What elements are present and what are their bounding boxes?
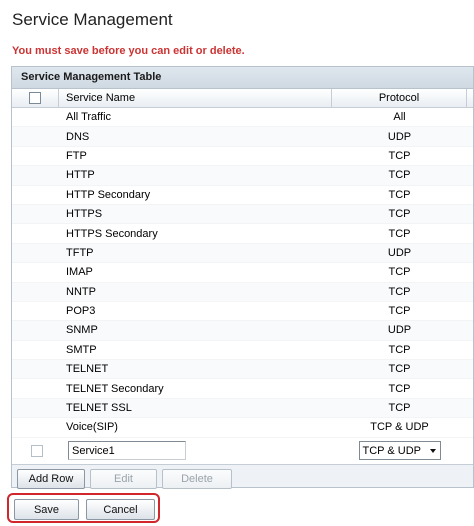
protocol-cell: UDP xyxy=(387,324,412,337)
protocol-cell: TCP xyxy=(388,343,411,356)
protocol-select-value: TCP & UDP xyxy=(362,444,421,457)
protocol-select[interactable]: TCP & UDP xyxy=(358,441,441,461)
protocol-cell: All xyxy=(393,111,406,124)
save-button[interactable]: Save xyxy=(14,499,79,520)
protocol-cell: TCP xyxy=(388,227,411,240)
table-row[interactable]: All Traffic All xyxy=(12,108,473,128)
service-name-cell: TFTP xyxy=(66,246,94,259)
service-rows: All Traffic All DNS UDP FTP TCP HTTP TCP HTTP Se… xyxy=(12,108,473,438)
service-name-cell: DNS xyxy=(66,130,90,143)
service-name-cell: SMTP xyxy=(66,343,97,356)
service-name-cell: HTTPS Secondary xyxy=(66,227,158,240)
select-all-checkbox[interactable] xyxy=(29,92,41,104)
protocol-cell: UDP xyxy=(387,130,412,143)
new-row-name-cell xyxy=(59,441,332,461)
select-all-cell xyxy=(12,89,59,107)
service-name-cell: TELNET SSL xyxy=(66,402,132,415)
table-row[interactable]: FTP TCP xyxy=(12,147,473,167)
delete-button[interactable]: Delete xyxy=(162,469,232,490)
table-row[interactable]: SNMP UDP xyxy=(12,321,473,341)
table-row[interactable]: Voice(SIP) TCP & UDP xyxy=(12,418,473,438)
protocol-cell: TCP xyxy=(388,208,411,221)
column-header-service-name[interactable]: Service Name xyxy=(59,89,332,107)
service-name-cell: TELNET xyxy=(66,363,109,376)
chevron-down-icon xyxy=(429,448,436,453)
protocol-cell: TCP xyxy=(388,149,411,162)
service-name-cell: Voice(SIP) xyxy=(66,421,118,434)
service-name-cell: SNMP xyxy=(66,324,98,337)
protocol-cell: TCP xyxy=(388,382,411,395)
table-row[interactable]: HTTPS TCP xyxy=(12,204,473,225)
protocol-cell: UDP xyxy=(387,246,412,259)
table-title: Service Management Table xyxy=(12,67,473,89)
new-row-protocol-cell: TCP & UDP xyxy=(332,441,467,461)
table-row[interactable]: NNTP TCP xyxy=(12,282,473,302)
page-footer: Save Cancel xyxy=(0,488,474,526)
page-title: Service Management xyxy=(12,10,173,29)
column-header-protocol[interactable]: Protocol xyxy=(332,89,467,107)
table-row[interactable]: HTTP TCP xyxy=(12,166,473,186)
service-name-cell: All Traffic xyxy=(66,111,112,124)
save-warning: You must save before you can edit or del… xyxy=(12,45,245,57)
service-name-input[interactable] xyxy=(68,441,186,461)
service-name-cell: HTTPS xyxy=(66,208,103,221)
service-name-cell: HTTP Secondary xyxy=(66,188,151,201)
protocol-cell: TCP xyxy=(388,188,411,201)
protocol-cell: TCP xyxy=(388,285,411,298)
protocol-cell: TCP & UDP xyxy=(370,421,429,434)
table-row[interactable]: TELNET Secondary TCP xyxy=(12,379,473,399)
table-row[interactable]: POP3 TCP xyxy=(12,302,473,322)
table-row[interactable]: DNS UDP xyxy=(12,127,473,147)
protocol-cell: TCP xyxy=(388,402,411,415)
service-management-panel: Service Management Table Service Name Pr… xyxy=(11,66,474,490)
add-row-button[interactable]: Add Row xyxy=(17,469,85,490)
table-row[interactable]: HTTP Secondary TCP xyxy=(12,186,473,205)
protocol-cell: TCP xyxy=(388,363,411,376)
cancel-button[interactable]: Cancel xyxy=(86,499,155,520)
table-row[interactable]: SMTP TCP xyxy=(12,341,473,361)
service-name-cell: TELNET Secondary xyxy=(66,382,164,395)
service-name-cell: FTP xyxy=(66,149,87,162)
protocol-cell: TCP xyxy=(388,266,411,279)
table-row[interactable]: HTTPS Secondary TCP xyxy=(12,224,473,244)
edit-button[interactable]: Edit xyxy=(90,469,157,490)
protocol-cell: TCP xyxy=(388,169,411,182)
new-row-checkbox[interactable] xyxy=(30,444,43,457)
new-service-row: TCP & UDP xyxy=(12,437,473,464)
protocol-cell: TCP xyxy=(388,305,411,318)
service-name-cell: IMAP xyxy=(66,266,93,279)
table-header: Service Name Protocol xyxy=(12,89,473,108)
table-row[interactable]: TELNET TCP xyxy=(12,360,473,380)
service-name-cell: POP3 xyxy=(66,305,96,318)
service-name-cell: NNTP xyxy=(66,285,96,298)
table-row[interactable]: IMAP TCP xyxy=(12,263,473,283)
service-name-cell: HTTP xyxy=(66,169,95,182)
table-row[interactable]: TELNET SSL TCP xyxy=(12,398,473,419)
table-row[interactable]: TFTP UDP xyxy=(12,243,473,264)
new-row-check-cell xyxy=(12,444,59,457)
